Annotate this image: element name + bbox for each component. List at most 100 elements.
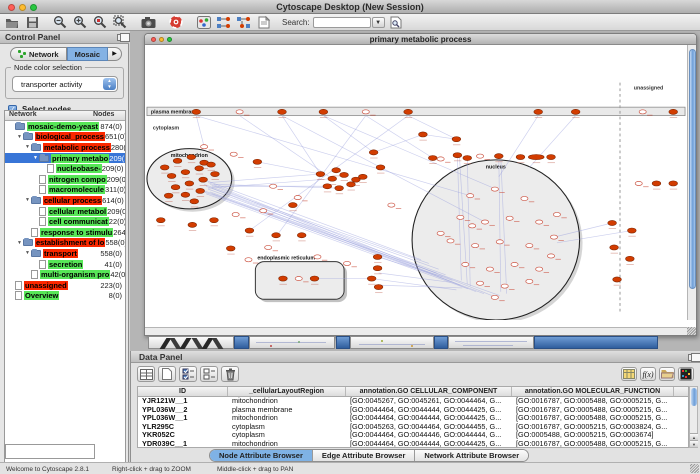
network-node[interactable] <box>210 218 219 223</box>
network-node[interactable] <box>164 193 173 198</box>
network-node[interactable] <box>419 132 428 137</box>
network-node[interactable] <box>185 181 194 186</box>
network-node[interactable] <box>207 162 216 167</box>
network-node[interactable] <box>453 153 462 158</box>
network-merge-icon[interactable] <box>216 15 232 30</box>
network-node[interactable] <box>373 254 382 259</box>
network-node[interactable] <box>481 220 488 224</box>
network-node[interactable] <box>294 195 301 199</box>
tree-row[interactable]: response to stimulu264(0) <box>5 227 125 238</box>
table-column-header[interactable]: _cellularLayoutRegion <box>228 387 346 396</box>
network-node[interactable] <box>536 267 543 271</box>
network-node[interactable] <box>160 165 169 170</box>
network-node[interactable] <box>491 295 498 299</box>
network-node[interactable] <box>652 181 661 186</box>
network-node[interactable] <box>156 218 165 223</box>
attribute-matrix-icon[interactable] <box>678 367 694 381</box>
float-panel-icon[interactable] <box>688 354 696 361</box>
scroll-down-icon[interactable]: ▼ <box>690 440 698 447</box>
tree-row[interactable]: ▼establishment of lo558(0) <box>5 238 125 249</box>
tab-node-attribute-browser[interactable]: Node Attribute Browser <box>210 450 313 461</box>
network-node[interactable] <box>328 176 337 181</box>
tree-row[interactable]: macromolecule311(0) <box>5 185 125 196</box>
network-node[interactable] <box>553 212 560 216</box>
scroll-up-icon[interactable]: ▲ <box>690 433 698 440</box>
network-node[interactable] <box>316 171 325 176</box>
network-node[interactable] <box>376 165 385 170</box>
tree-row[interactable]: multi-organism pro42(0) <box>5 269 125 280</box>
frame-close-button[interactable] <box>151 37 156 42</box>
new-attribute-icon[interactable] <box>158 366 176 382</box>
network-node[interactable] <box>196 188 205 193</box>
zoom-fit-icon[interactable] <box>112 15 128 30</box>
network-node[interactable] <box>297 233 306 238</box>
network-node[interactable] <box>477 154 484 158</box>
network-node[interactable] <box>496 240 503 244</box>
table-row[interactable]: YDR039C__1mitochondrion[GO:0044464, GO:0… <box>138 440 688 448</box>
network-node[interactable] <box>463 155 472 160</box>
network-node[interactable] <box>472 244 479 248</box>
network-node[interactable] <box>627 228 636 233</box>
window-fragment-edge[interactable] <box>336 336 350 349</box>
tree-filter-box[interactable] <box>5 444 95 459</box>
tab-network[interactable]: Network <box>10 47 67 61</box>
tree-row[interactable]: ▼transport558(0) <box>5 248 125 259</box>
network-node[interactable] <box>347 182 356 187</box>
network-node[interactable] <box>639 110 646 114</box>
window-fragment-thumbnail[interactable] <box>249 336 335 349</box>
network-node[interactable] <box>278 109 287 114</box>
network-overlay-icon[interactable] <box>236 15 252 30</box>
network-node[interactable] <box>319 109 328 114</box>
network-node[interactable] <box>469 224 476 228</box>
network-node[interactable] <box>288 203 297 208</box>
network-node[interactable] <box>477 281 484 285</box>
node-color-select[interactable]: transporter activity ▲▼ <box>12 76 118 92</box>
network-node[interactable] <box>516 155 525 160</box>
network-frame-titlebar[interactable]: primary metabolic process <box>145 34 696 45</box>
network-node[interactable] <box>167 173 176 178</box>
vizmapper-icon[interactable] <box>196 15 212 30</box>
table-row[interactable]: YPL036W__1mitochondrion[GO:0044464, GO:0… <box>138 414 688 423</box>
network-node[interactable] <box>669 181 678 186</box>
network-node[interactable] <box>171 185 180 190</box>
frame-minimize-button[interactable] <box>159 37 164 42</box>
select-attributes-icon[interactable] <box>179 366 197 382</box>
network-node[interactable] <box>195 166 204 171</box>
window-fragment-titlebar[interactable] <box>534 336 658 349</box>
zoom-window-button[interactable] <box>30 4 37 11</box>
network-node[interactable] <box>608 220 617 225</box>
tree-row[interactable]: cellular metabol209(0) <box>5 206 125 217</box>
network-node[interactable] <box>323 184 332 189</box>
minimize-window-button[interactable] <box>19 4 26 11</box>
snapshot-icon[interactable] <box>140 15 156 30</box>
network-node[interactable] <box>462 262 469 266</box>
annotation-icon[interactable] <box>256 15 272 30</box>
tree-row[interactable]: cell communicat22(0) <box>5 216 125 227</box>
network-node[interactable] <box>526 244 533 248</box>
window-resize-grip[interactable] <box>690 464 699 473</box>
network-node[interactable] <box>232 212 239 216</box>
table-row[interactable]: YKR052Ccytoplasm[GO:0044464, GO:0044446,… <box>138 431 688 440</box>
window-fragment-edge[interactable] <box>234 336 249 349</box>
window-fragment-thumbnail[interactable] <box>350 336 434 349</box>
unselect-attributes-icon[interactable] <box>200 366 218 382</box>
network-node[interactable] <box>245 228 254 233</box>
tab-edge-attribute-browser[interactable]: Edge Attribute Browser <box>313 450 415 461</box>
network-node[interactable] <box>528 155 544 160</box>
network-node[interactable] <box>610 245 619 250</box>
network-node[interactable] <box>404 109 413 114</box>
network-node[interactable] <box>669 109 678 114</box>
expand-triangle-icon[interactable]: ▼ <box>24 144 31 150</box>
network-node[interactable] <box>190 199 199 204</box>
network-node[interactable] <box>245 258 252 262</box>
frame-zoom-button[interactable] <box>167 37 172 42</box>
help-icon[interactable] <box>168 15 184 30</box>
search-input[interactable] <box>313 17 371 28</box>
network-node[interactable] <box>536 220 543 224</box>
network-node[interactable] <box>332 168 341 173</box>
window-fragment-edge[interactable] <box>434 336 448 349</box>
network-node[interactable] <box>521 196 528 200</box>
network-node[interactable] <box>358 174 367 179</box>
zoom-out-icon[interactable] <box>52 15 68 30</box>
save-icon[interactable] <box>24 15 40 30</box>
